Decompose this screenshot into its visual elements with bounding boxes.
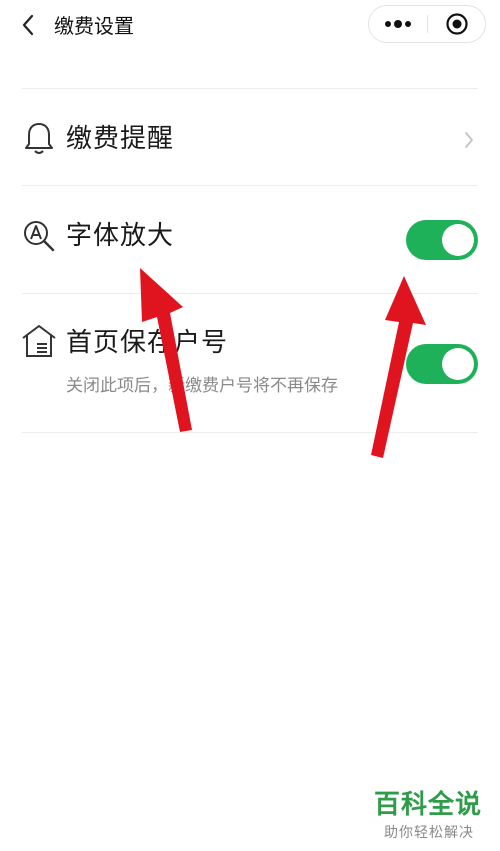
navigation-bar: 缴费设置 bbox=[0, 0, 500, 52]
save-account-label: 首页保存户号 bbox=[66, 328, 229, 358]
back-button[interactable] bbox=[14, 10, 42, 40]
setting-row-reminder[interactable]: 缴费提醒 bbox=[0, 110, 500, 170]
font-enlarge-label: 字体放大 bbox=[66, 221, 175, 251]
toggle-knob bbox=[442, 348, 474, 380]
house-icon bbox=[20, 322, 58, 360]
setting-row-save-account: 首页保存户号 关闭此项后，新缴费户号将不再保存 bbox=[0, 318, 500, 418]
save-account-description: 关闭此项后，新缴费户号将不再保存 bbox=[66, 376, 338, 396]
divider bbox=[22, 88, 478, 89]
mini-program-capsule bbox=[368, 5, 486, 43]
bell-icon bbox=[20, 119, 58, 157]
divider bbox=[22, 432, 478, 433]
reminder-label: 缴费提醒 bbox=[66, 124, 175, 154]
mini-program-close-icon bbox=[446, 13, 468, 35]
font-magnifier-icon bbox=[20, 217, 58, 255]
divider bbox=[22, 293, 478, 294]
divider bbox=[22, 185, 478, 186]
watermark-title: 百科全说 bbox=[374, 790, 483, 820]
watermark-subtitle: 助你轻松解决 bbox=[384, 825, 474, 841]
toggle-knob bbox=[442, 224, 474, 256]
font-enlarge-toggle[interactable] bbox=[406, 220, 478, 260]
close-mini-program-button[interactable] bbox=[428, 6, 486, 42]
chevron-left-icon bbox=[22, 14, 34, 36]
more-dots-icon bbox=[385, 20, 411, 28]
more-button[interactable] bbox=[369, 6, 427, 42]
chevron-right-icon bbox=[461, 128, 477, 152]
page-title: 缴费设置 bbox=[54, 14, 134, 38]
setting-row-font-enlarge: 字体放大 bbox=[0, 205, 500, 275]
save-account-toggle[interactable] bbox=[406, 344, 478, 384]
